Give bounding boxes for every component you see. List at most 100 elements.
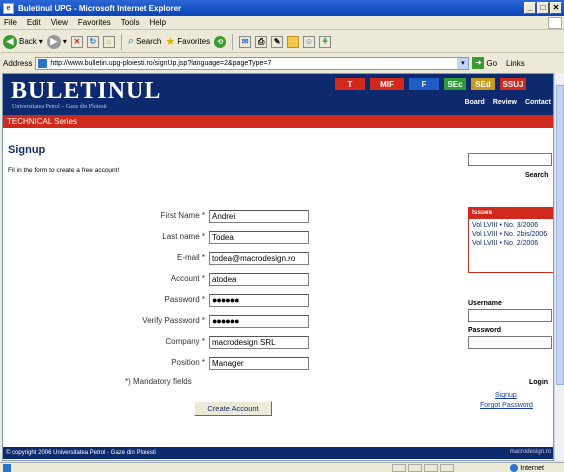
- go-button[interactable]: ➜ Go: [472, 57, 497, 69]
- username-input[interactable]: [468, 309, 552, 322]
- history-icon[interactable]: ⟲: [214, 35, 227, 48]
- issues-title: Issues: [469, 208, 553, 219]
- address-bar: Address http://www.bulletin.upg-ploiesti…: [0, 54, 564, 72]
- window-title-bar: e Buletinul UPG - Microsoft Internet Exp…: [0, 0, 564, 16]
- password-input[interactable]: ●●●●●●: [209, 294, 309, 307]
- position-input[interactable]: Manager: [209, 357, 309, 370]
- verify-password-input[interactable]: ●●●●●●: [209, 315, 309, 328]
- username-label: Username: [468, 300, 502, 307]
- header-nav: Board Review Contact: [465, 99, 551, 106]
- go-label: Go: [486, 58, 498, 68]
- minimize-button[interactable]: _: [524, 2, 536, 14]
- issue-link[interactable]: Vol LVIII • No. 2bis/2006: [472, 230, 550, 239]
- site-subtitle: Universitatea Petrol – Gaze din Ploiesti: [12, 104, 107, 110]
- address-input[interactable]: http://www.bulletin.upg-ploiesti.ro/sign…: [35, 56, 470, 70]
- go-arrow-icon: ➜: [472, 57, 485, 69]
- window-title: Buletinul UPG - Microsoft Internet Explo…: [18, 3, 182, 13]
- favorites-button[interactable]: ★ Favorites: [165, 35, 210, 48]
- company-input[interactable]: macrodesign SRL: [209, 336, 309, 349]
- chevron-down-icon: ▾: [38, 37, 43, 46]
- tab-mif[interactable]: MIF: [370, 78, 404, 90]
- create-account-button[interactable]: Create Account: [194, 401, 272, 416]
- edit-icon[interactable]: ✎: [271, 35, 284, 48]
- nav-review[interactable]: Review: [493, 99, 517, 106]
- scrollbar-thumb[interactable]: [556, 85, 564, 385]
- login-button[interactable]: Login: [529, 379, 548, 386]
- search-input[interactable]: [468, 153, 552, 166]
- email-label: E-mail *: [176, 253, 205, 262]
- status-pane: [392, 464, 406, 472]
- back-label: Back: [19, 37, 37, 46]
- menu-edit[interactable]: Edit: [27, 18, 41, 27]
- tab-ssuj[interactable]: SSUJ: [500, 78, 526, 90]
- site-logo[interactable]: BULETINUL: [11, 78, 161, 105]
- address-label: Address: [3, 58, 33, 68]
- print-icon[interactable]: ⎙: [255, 35, 268, 48]
- first-name-input[interactable]: Andrei: [209, 210, 309, 223]
- stop-icon[interactable]: ✕: [70, 35, 83, 48]
- maximize-button[interactable]: □: [537, 2, 549, 14]
- search-icon: ⌕: [127, 35, 134, 47]
- status-pane: [408, 464, 422, 472]
- menu-file[interactable]: File: [4, 18, 17, 27]
- account-label: Account *: [170, 274, 205, 283]
- back-button[interactable]: ◀ Back ▾: [3, 34, 43, 49]
- vertical-scrollbar[interactable]: [554, 73, 564, 461]
- mail-icon[interactable]: ✉: [239, 35, 252, 48]
- folder-icon[interactable]: [287, 35, 300, 48]
- verify-password-label: Verify Password *: [142, 316, 205, 325]
- ie-app-icon: e: [3, 2, 14, 14]
- chevron-down-icon[interactable]: ▾: [457, 57, 469, 69]
- copyright-text: © copyright 2006 Universitatea Petrol - …: [6, 450, 156, 456]
- page-intro: Fil in the form to create a free account…: [8, 167, 120, 174]
- status-pane: [440, 464, 454, 472]
- chevron-down-icon: ▾: [62, 37, 67, 46]
- forgot-password-link[interactable]: Forgot Password: [480, 402, 533, 409]
- search-button[interactable]: ⌕ Search: [128, 35, 162, 48]
- position-label: Position *: [171, 358, 205, 367]
- home-icon[interactable]: ⌂: [102, 35, 115, 48]
- status-pane: [424, 464, 438, 472]
- issue-link[interactable]: Vol LVIII • No. 3/2006: [472, 221, 550, 230]
- tab-sec[interactable]: SEc: [444, 78, 466, 90]
- toolbar-separator: [232, 33, 234, 50]
- windows-flag-icon: [548, 17, 562, 29]
- page-viewport: BULETINUL Universitatea Petrol – Gaze di…: [2, 73, 554, 461]
- site-footer: © copyright 2006 Universitatea Petrol - …: [3, 447, 553, 459]
- zone-label: Internet: [520, 464, 544, 472]
- links-label[interactable]: Links: [506, 59, 525, 68]
- network-icon[interactable]: ⚘: [319, 35, 332, 48]
- tab-f[interactable]: F: [409, 78, 439, 90]
- nav-contact[interactable]: Contact: [525, 99, 551, 106]
- account-input[interactable]: atodea: [209, 273, 309, 286]
- signup-link[interactable]: Signup: [495, 392, 517, 399]
- search-label: Search: [136, 37, 162, 46]
- forward-button[interactable]: ▶ ▾: [46, 34, 67, 49]
- messenger-icon[interactable]: ☺: [303, 35, 316, 48]
- password-side-label: Password: [468, 327, 502, 334]
- toolbar: ◀ Back ▾ ▶ ▾ ✕ ↻ ⌂ ⌕ Search ★ Favorites …: [0, 31, 564, 53]
- menu-view[interactable]: View: [51, 18, 68, 27]
- menu-tools[interactable]: Tools: [121, 18, 140, 27]
- series-tabs: T MIF F SEc SEd SSUJ: [335, 78, 531, 90]
- security-zone: Internet: [510, 464, 544, 472]
- password-label: Password *: [164, 295, 205, 304]
- page-icon: [38, 58, 48, 68]
- menu-favorites[interactable]: Favorites: [78, 18, 111, 27]
- issues-box: Issues Vol LVIII • No. 3/2006 Vol LVIII …: [468, 207, 553, 273]
- issue-link[interactable]: Vol LVIII • No. 2/2006: [472, 239, 550, 248]
- password-side-input[interactable]: [468, 336, 552, 349]
- close-button[interactable]: ✕: [550, 2, 562, 14]
- tab-sed[interactable]: SEd: [471, 78, 495, 90]
- nav-board[interactable]: Board: [465, 99, 485, 106]
- refresh-icon[interactable]: ↻: [86, 35, 99, 48]
- email-input[interactable]: todea@macrodesign.ro: [209, 252, 309, 265]
- tab-t[interactable]: T: [335, 78, 365, 90]
- page-status-icon: [3, 463, 11, 472]
- menu-help[interactable]: Help: [149, 18, 165, 27]
- back-arrow-icon: ◀: [3, 34, 17, 49]
- credit-link[interactable]: macrodesign.ro: [510, 449, 551, 455]
- last-name-input[interactable]: Todea: [209, 231, 309, 244]
- first-name-label: First Name *: [160, 211, 205, 220]
- search-button[interactable]: Search: [525, 172, 548, 179]
